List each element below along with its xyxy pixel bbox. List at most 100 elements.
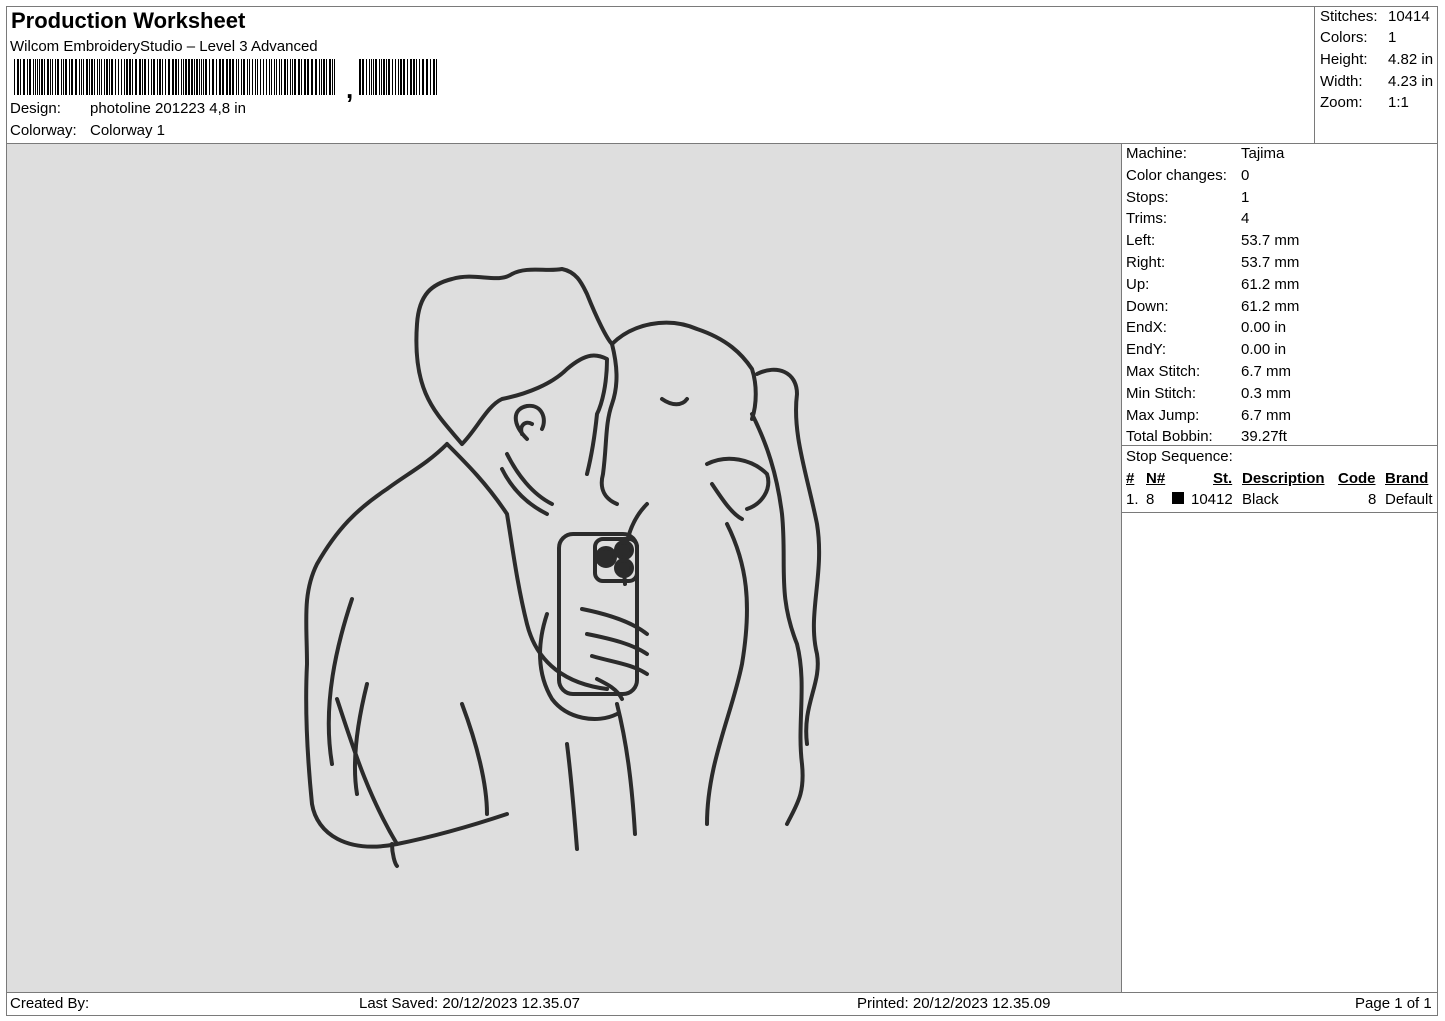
spec-row: Right: 53.7 mm	[1126, 254, 1299, 271]
zoom-row: Zoom: 1:1	[1320, 94, 1409, 111]
spec-value: 61.2 mm	[1241, 275, 1300, 293]
spec-label: Min Stitch:	[1126, 384, 1197, 402]
row-num: 1.	[1126, 491, 1139, 508]
spec-label: EndX:	[1126, 319, 1167, 337]
col-header-description: Description	[1242, 470, 1325, 487]
spec-row: Total Bobbin: 39.27ft	[1126, 428, 1287, 445]
hand-on-phone	[538, 607, 649, 721]
colors-row: Colors: 1	[1320, 29, 1396, 46]
spec-label: Max Jump:	[1126, 406, 1200, 424]
row-description: Black	[1242, 491, 1279, 508]
barcode-image	[14, 59, 437, 95]
man-ear	[513, 403, 546, 441]
panel-divider	[1121, 144, 1122, 993]
height-label: Height:	[1320, 51, 1368, 68]
spec-label: Max Stitch:	[1126, 363, 1201, 380]
spec-label: Trims:	[1126, 210, 1168, 228]
spec-value: 0.00 in	[1241, 341, 1287, 359]
design-row: Design: photoline 201223 4,8 in	[10, 100, 246, 117]
summary-box: Stitches: 10414 Colors: 1 Height: 4.82 in W…	[1314, 6, 1438, 143]
design-label: Design:	[10, 100, 61, 117]
spec-value: Tajima	[1241, 145, 1285, 162]
stop-sequence-bottom-divider	[1122, 512, 1438, 513]
man-face-outline	[460, 353, 609, 476]
spec-row: Machine: Tajima	[1126, 145, 1284, 162]
spec-value: 53.7 mm	[1241, 254, 1300, 271]
woman-head-outline	[610, 320, 758, 421]
woman-eye	[660, 397, 689, 407]
spec-value: 0	[1241, 166, 1250, 184]
man-hem	[390, 842, 399, 868]
woman-hand-neck	[705, 456, 771, 521]
page-number: Page 1 of 1	[1355, 995, 1432, 1012]
stitches-label: Stitches:	[1320, 8, 1378, 25]
colorway-label: Colorway:	[10, 122, 77, 139]
spec-value: 6.7 mm	[1241, 363, 1292, 380]
man-collar	[304, 442, 509, 849]
row-needle: 8	[1146, 491, 1155, 508]
worksheet-header: Production Worksheet Wilcom EmbroiderySt…	[6, 6, 1314, 143]
spec-label: Right:	[1126, 254, 1166, 271]
stitches-row: Stitches: 10414	[1320, 8, 1430, 25]
printed-date: Printed: 20/12/2023 12.35.09	[857, 995, 1051, 1012]
colorway-value: Colorway 1	[90, 122, 166, 139]
last-saved: Last Saved: 20/12/2023 12.35.07	[359, 995, 581, 1012]
spec-label: Total Bobbin:	[1126, 428, 1213, 446]
col-header-num: #	[1126, 470, 1135, 487]
spec-value: 53.7 mm	[1241, 232, 1300, 250]
man-torso-line	[565, 702, 637, 851]
colorway-row: Colorway: Colorway 1	[10, 122, 165, 139]
spec-row: EndX: 0.00 in	[1126, 319, 1286, 336]
width-label: Width:	[1320, 73, 1363, 90]
spec-row: Left: 53.7 mm	[1126, 232, 1299, 249]
spec-value: 39.27ft	[1241, 428, 1287, 446]
row-code: 8	[1368, 491, 1377, 508]
created-by: Created By:	[10, 995, 90, 1012]
software-name: Wilcom EmbroideryStudio – Level 3 Advanc…	[10, 38, 318, 55]
color-swatch	[1172, 492, 1184, 504]
width-value: 4.23 in	[1388, 73, 1434, 90]
spec-label: Up:	[1126, 275, 1150, 293]
embroidery-design-image	[304, 267, 822, 868]
stitches-value: 10414	[1388, 8, 1430, 25]
spec-value: 0.00 in	[1241, 319, 1287, 337]
page-title: Production Worksheet	[11, 8, 246, 33]
stop-sequence-divider	[1122, 445, 1438, 446]
stop-sequence-title: Stop Sequence:	[1126, 448, 1233, 465]
design-preview	[7, 144, 1121, 992]
spec-value: 4	[1241, 210, 1250, 228]
spec-value: 6.7 mm	[1241, 406, 1292, 424]
spec-row: Min Stitch: 0.3 mm	[1126, 385, 1291, 402]
spec-row: Down: 61.2 mm	[1126, 298, 1299, 315]
spec-value: 61.2 mm	[1241, 297, 1300, 315]
spec-label: EndY:	[1126, 341, 1167, 359]
colors-label: Colors:	[1320, 29, 1368, 46]
spec-value: 1	[1241, 188, 1250, 206]
row-stitches: 10412	[1191, 491, 1233, 508]
col-header-needle: N#	[1146, 470, 1166, 487]
col-header-code: Code	[1338, 470, 1376, 487]
phone-camera-1	[595, 546, 617, 568]
row-brand: Default	[1385, 491, 1433, 508]
height-value: 4.82 in	[1388, 51, 1434, 68]
woman-ponytail	[755, 367, 822, 746]
spec-row: Max Jump: 6.7 mm	[1126, 407, 1291, 424]
worksheet-footer: Created By: Last Saved: 20/12/2023 12.35…	[7, 993, 1437, 1015]
spec-row: Max Stitch: 6.7 mm	[1126, 363, 1291, 380]
spec-label: Machine:	[1126, 145, 1187, 162]
spec-label: Color changes:	[1126, 166, 1227, 184]
zoom-label: Zoom:	[1320, 94, 1363, 111]
woman-face	[599, 342, 619, 506]
spec-row: Color changes: 0	[1126, 167, 1249, 184]
height-row: Height: 4.82 in	[1320, 51, 1433, 68]
spec-row: Trims: 4	[1126, 210, 1249, 227]
spec-row: Stops: 1	[1126, 189, 1249, 206]
phone-camera-2	[614, 540, 634, 560]
zoom-value: 1:1	[1388, 94, 1409, 111]
col-header-brand: Brand	[1385, 470, 1429, 487]
barcode-separator-icon: ,	[346, 74, 354, 104]
width-row: Width: 4.23 in	[1320, 73, 1433, 90]
spec-label: Down:	[1126, 297, 1169, 315]
woman-hair-strand	[750, 412, 805, 826]
colors-value: 1	[1388, 29, 1397, 46]
